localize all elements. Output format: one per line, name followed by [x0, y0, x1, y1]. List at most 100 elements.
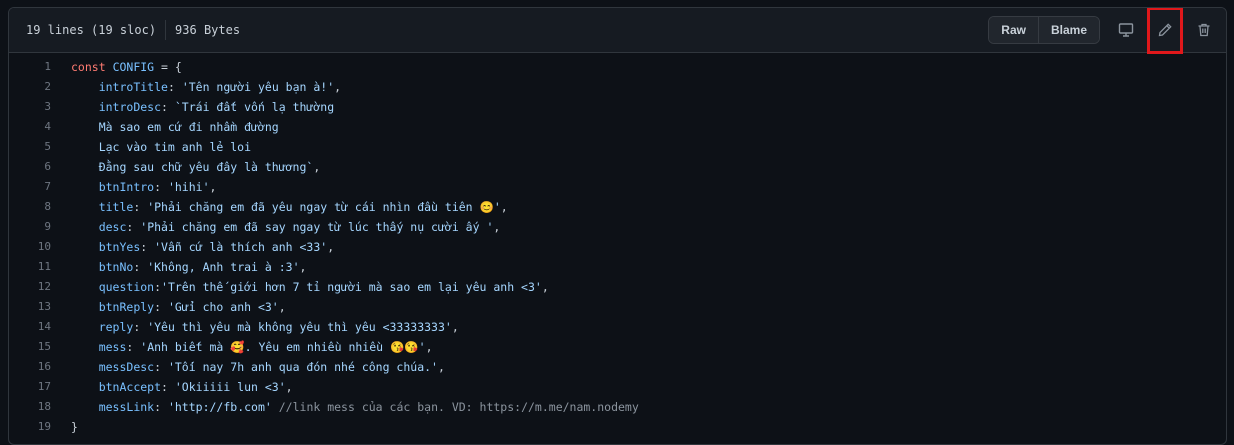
- code-token: title: [98, 200, 134, 214]
- line-content: desc: 'Phải chăng em đã say ngay từ lúc …: [71, 217, 501, 237]
- line-number[interactable]: 7: [9, 177, 71, 197]
- line-number[interactable]: 14: [9, 317, 71, 337]
- line-number[interactable]: 17: [9, 377, 71, 397]
- line-number[interactable]: 16: [9, 357, 71, 377]
- code-token: ,: [299, 260, 307, 274]
- line-content: Đằng sau chữ yêu đây là thương`,: [71, 157, 321, 177]
- code-token: btnYes: [98, 240, 141, 254]
- code-line: 18 messLink: 'http://fb.com' //link mess…: [9, 397, 1226, 417]
- code-line: 3 introDesc: `Trái đất vốn lạ thường: [9, 97, 1226, 117]
- code-line: 10 btnYes: 'Vẫn cứ là thích anh <33',: [9, 237, 1226, 257]
- line-number[interactable]: 8: [9, 197, 71, 217]
- code-token: ,: [334, 80, 342, 94]
- code-token: 'Không, Anh trai à :3': [147, 260, 300, 274]
- code-token: ,: [541, 280, 549, 294]
- code-token: 'Phải chăng em đã say ngay từ lúc thấy n…: [140, 220, 494, 234]
- line-number[interactable]: 2: [9, 77, 71, 97]
- line-content: messLink: 'http://fb.com' //link mess củ…: [71, 397, 639, 417]
- line-number[interactable]: 1: [9, 57, 71, 77]
- line-number[interactable]: 6: [9, 157, 71, 177]
- line-number[interactable]: 10: [9, 237, 71, 257]
- code-token: 'hihi': [167, 180, 210, 194]
- code-view: 1 const CONFIG = {2 introTitle: 'Tên ngườ…: [9, 53, 1226, 437]
- trash-icon[interactable]: [1188, 14, 1220, 46]
- line-content: }: [71, 417, 78, 437]
- code-line: 13 btnReply: 'Gửi cho anh <3',: [9, 297, 1226, 317]
- line-number[interactable]: 5: [9, 137, 71, 157]
- file-viewer: 19 lines (19 sloc) 936 Bytes Raw Blame 1…: [8, 7, 1227, 445]
- code-token: messLink: [98, 400, 155, 414]
- code-token: :: [133, 260, 148, 274]
- code-token: reply: [98, 320, 134, 334]
- code-token: 'Tối nay 7h anh qua đón nhé công chúa.': [167, 360, 438, 374]
- code-token: ,: [451, 320, 459, 334]
- code-token: :: [126, 220, 141, 234]
- line-number[interactable]: 9: [9, 217, 71, 237]
- code-token: 'http://fb.com': [167, 400, 272, 414]
- code-token: btnNo: [98, 260, 134, 274]
- code-token: mess: [98, 340, 127, 354]
- line-number[interactable]: 4: [9, 117, 71, 137]
- line-number[interactable]: 3: [9, 97, 71, 117]
- line-number[interactable]: 12: [9, 277, 71, 297]
- raw-button[interactable]: Raw: [989, 17, 1038, 43]
- code-token: :: [154, 180, 168, 194]
- code-token: ,: [493, 220, 501, 234]
- file-header: 19 lines (19 sloc) 936 Bytes Raw Blame: [9, 8, 1226, 54]
- line-number[interactable]: 11: [9, 257, 71, 277]
- line-content: const CONFIG = {: [71, 57, 182, 77]
- code-token: :: [133, 320, 148, 334]
- line-content: btnReply: 'Gửi cho anh <3',: [71, 297, 286, 317]
- view-button-group: Raw Blame: [988, 16, 1100, 44]
- line-content: introDesc: `Trái đất vốn lạ thường: [71, 97, 334, 117]
- display-icon[interactable]: [1110, 14, 1142, 46]
- code-line: 6 Đằng sau chữ yêu đây là thương`,: [9, 157, 1226, 177]
- code-token: :: [161, 100, 175, 114]
- line-content: title: 'Phải chăng em đã yêu ngay từ cái…: [71, 197, 508, 217]
- code-token: ,: [425, 340, 433, 354]
- line-number[interactable]: 18: [9, 397, 71, 417]
- pencil-icon[interactable]: [1147, 8, 1183, 54]
- code-token: ,: [209, 180, 217, 194]
- line-number[interactable]: 19: [9, 417, 71, 437]
- line-content: reply: 'Yêu thì yêu mà không yêu thì yêu…: [71, 317, 459, 337]
- line-content: btnYes: 'Vẫn cứ là thích anh <33',: [71, 237, 334, 257]
- code-token: ,: [500, 200, 508, 214]
- code-line: 14 reply: 'Yêu thì yêu mà không yêu thì …: [9, 317, 1226, 337]
- code-token: :: [154, 400, 168, 414]
- line-content: Mà sao em cứ đi nhầm đường: [71, 117, 279, 137]
- line-content: question:'Trên thế giới hơn 7 tỉ người m…: [71, 277, 549, 297]
- blame-button[interactable]: Blame: [1037, 17, 1099, 43]
- line-number[interactable]: 13: [9, 297, 71, 317]
- code-token: ,: [285, 380, 293, 394]
- code-line: 15 mess: 'Anh biết mà 🥰. Yêu em nhiều nh…: [9, 337, 1226, 357]
- code-line: 19}: [9, 417, 1226, 437]
- code-token: const: [71, 60, 106, 74]
- code-token: CONFIG: [112, 60, 155, 74]
- code-token: question: [98, 280, 155, 294]
- line-number[interactable]: 15: [9, 337, 71, 357]
- code-line: 12 question:'Trên thế giới hơn 7 tỉ ngườ…: [9, 277, 1226, 297]
- code-line: 8 title: 'Phải chăng em đã yêu ngay từ c…: [9, 197, 1226, 217]
- line-content: Lạc vào tim anh lẻ loi: [71, 137, 251, 157]
- code-token: ,: [278, 300, 286, 314]
- code-token: 'Yêu thì yêu mà không yêu thì yêu <33333…: [147, 320, 452, 334]
- code-token: :: [161, 380, 175, 394]
- code-token: :: [140, 240, 155, 254]
- file-info: 19 lines (19 sloc) 936 Bytes: [9, 20, 240, 40]
- file-actions: Raw Blame: [988, 8, 1226, 54]
- code-line: 7 btnIntro: 'hihi',: [9, 177, 1226, 197]
- code-token: desc: [98, 220, 127, 234]
- code-token: 'Trên thế giới hơn 7 tỉ người mà sao em …: [161, 280, 542, 294]
- code-token: btnAccept: [98, 380, 162, 394]
